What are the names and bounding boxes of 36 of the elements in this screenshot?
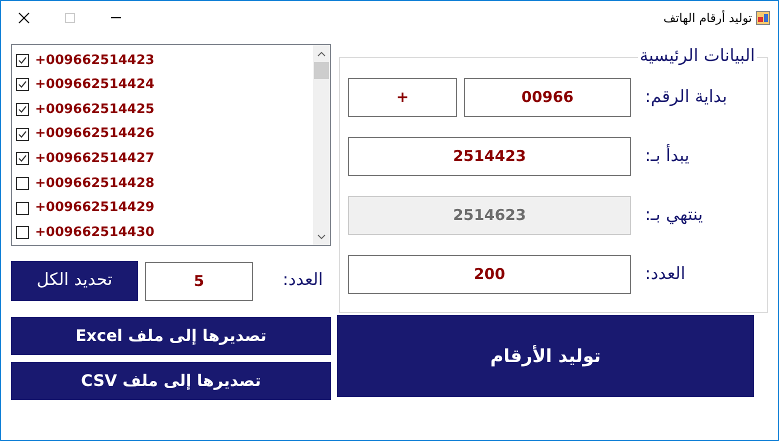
select-all-button[interactable]: تحديد الكل	[11, 261, 138, 301]
field-label: بداية الرقم:	[645, 86, 728, 109]
checkbox[interactable]	[16, 202, 29, 215]
window-title: توليد أرقام الهاتف	[663, 9, 752, 26]
phone-number[interactable]: +009662514428	[35, 174, 154, 194]
minimize-icon	[111, 16, 121, 18]
checkbox[interactable]	[16, 103, 29, 116]
generate-button[interactable]: توليد الأرقام	[337, 315, 754, 397]
checkbox[interactable]	[16, 128, 29, 141]
close-icon	[18, 12, 30, 24]
phone-number[interactable]: +009662514424	[35, 75, 154, 95]
text-input[interactable]: 2514423	[348, 137, 631, 176]
count-label: العدد:	[282, 269, 323, 292]
app-icon	[756, 10, 770, 24]
export-button[interactable]: تصديرها إلى ملف CSV	[11, 362, 331, 400]
count-input[interactable]: 5	[145, 262, 253, 300]
field-label: العدد:	[645, 262, 686, 286]
checkbox[interactable]	[16, 78, 29, 92]
phone-number[interactable]: +009662514430	[35, 222, 154, 242]
scrollbar[interactable]	[313, 45, 330, 245]
checkbox[interactable]	[16, 226, 29, 240]
phone-number[interactable]: +009662514427	[35, 149, 154, 169]
phone-number[interactable]: +009662514425	[35, 100, 154, 120]
field-label: ينتهي بـ:	[645, 204, 703, 227]
checkbox[interactable]	[16, 54, 29, 67]
checkbox[interactable]	[16, 152, 29, 166]
text-input[interactable]: 200	[348, 255, 631, 294]
text-input[interactable]: +	[348, 78, 457, 117]
maximize-icon	[65, 12, 75, 22]
export-button[interactable]: تصديرها إلى ملف Excel	[11, 317, 331, 355]
text-input[interactable]: 00966	[464, 78, 631, 117]
field-label: يبدأ بـ:	[645, 144, 690, 168]
phone-number[interactable]: +009662514423	[35, 50, 154, 70]
phone-number[interactable]: +009662514426	[35, 124, 154, 144]
phone-number[interactable]: +009662514429	[35, 198, 154, 218]
checkbox[interactable]	[16, 176, 29, 190]
